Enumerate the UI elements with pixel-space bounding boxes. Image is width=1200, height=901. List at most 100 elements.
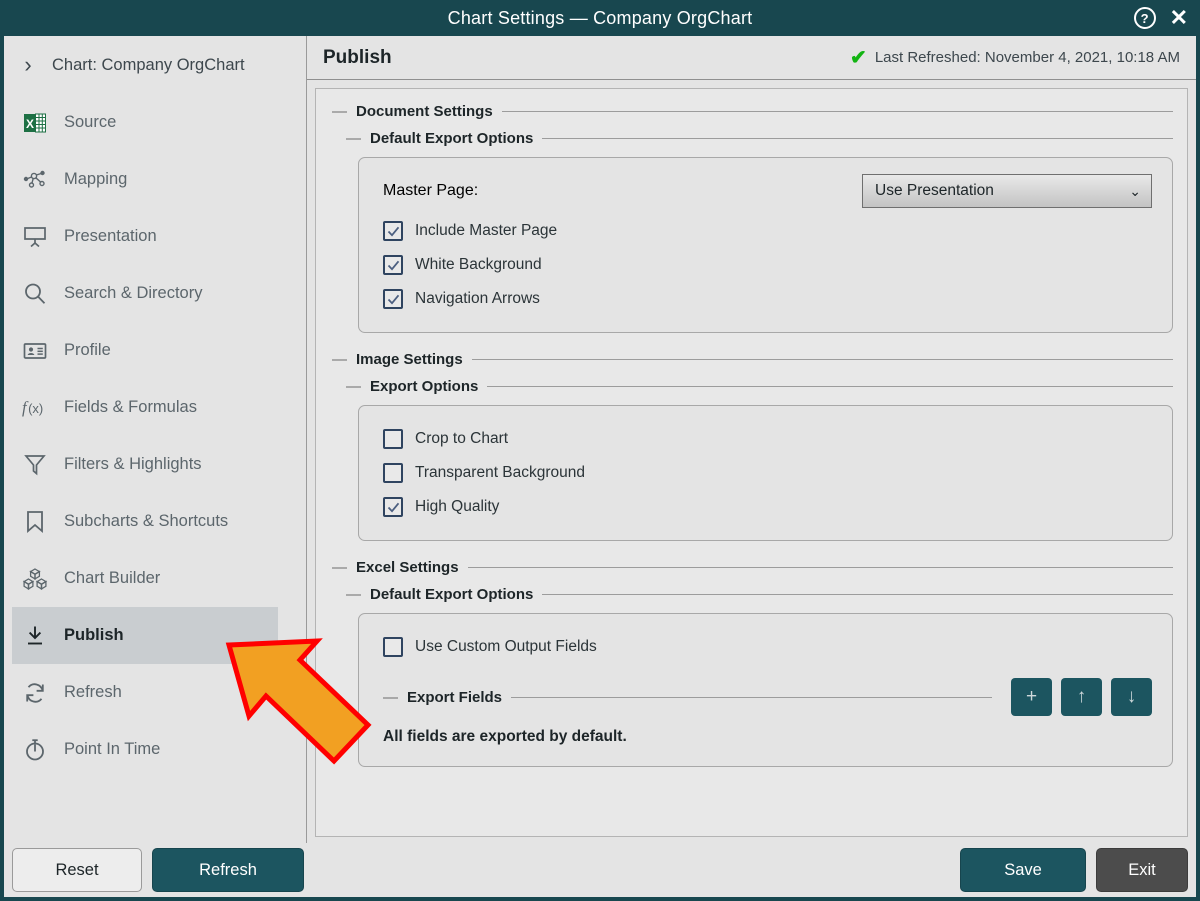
collapse-dash-icon[interactable]: —	[346, 131, 361, 146]
checkbox-use-custom-output-fields[interactable]: Use Custom Output Fields	[383, 630, 1152, 664]
window-title: Chart Settings — Company OrgChart	[448, 8, 753, 29]
sidebar-item-chart-builder[interactable]: Chart Builder	[12, 550, 278, 607]
save-button[interactable]: Save	[960, 848, 1086, 892]
group-title: Default Export Options	[370, 586, 533, 603]
check-icon	[387, 293, 400, 306]
image-export-options-box: Crop to Chart Transparent Background	[358, 405, 1173, 541]
document-export-options-box: Master Page: Use Presentation ⌄	[358, 157, 1173, 333]
sidebar-item-mapping[interactable]: Mapping	[12, 151, 278, 208]
help-circle-icon[interactable]: ?	[1134, 7, 1156, 29]
group-header[interactable]: — Image Settings	[330, 351, 1173, 368]
sidebar-item-refresh[interactable]: Refresh	[12, 664, 278, 721]
settings-scroll-area[interactable]: — Document Settings — Default Export Opt…	[315, 88, 1188, 837]
export-fields-title: Export Fields	[407, 689, 502, 706]
check-icon	[387, 501, 400, 514]
collapse-dash-icon[interactable]: —	[332, 104, 347, 119]
filter-funnel-icon	[22, 452, 48, 478]
collapse-dash-icon[interactable]: —	[346, 587, 361, 602]
sidebar-item-presentation[interactable]: Presentation	[12, 208, 278, 265]
sidebar-item-profile[interactable]: Profile	[12, 322, 278, 379]
sidebar-item-publish[interactable]: Publish	[12, 607, 278, 664]
last-refreshed-status: ✔ Last Refreshed: November 4, 2021, 10:1…	[850, 48, 1180, 68]
master-page-select[interactable]: Use Presentation ⌄	[862, 174, 1152, 208]
bottom-bar-left: Reset Refresh	[12, 848, 304, 892]
checkbox-box[interactable]	[383, 255, 403, 275]
bottom-bar-right: Save Exit	[960, 848, 1188, 892]
search-icon	[22, 281, 48, 307]
checkbox-label: Include Master Page	[415, 222, 557, 240]
checkbox-high-quality[interactable]: High Quality	[383, 490, 1152, 524]
checkbox-navigation-arrows[interactable]: Navigation Arrows	[383, 282, 1152, 316]
breadcrumb-label: Chart: Company OrgChart	[52, 56, 245, 75]
group-header[interactable]: — Excel Settings	[330, 559, 1173, 576]
group-default-export-options-excel: — Default Export Options Use Custom Outp…	[344, 586, 1173, 767]
exit-button[interactable]: Exit	[1096, 848, 1188, 892]
sidebar-item-label: Mapping	[64, 170, 127, 189]
presentation-screen-icon	[22, 224, 48, 250]
excel-export-options-box: Use Custom Output Fields — Export Fields…	[358, 613, 1173, 767]
mapping-nodes-icon	[22, 167, 48, 193]
divider	[472, 359, 1173, 360]
checkbox-label: Crop to Chart	[415, 430, 508, 448]
divider	[487, 386, 1173, 387]
checkbox-label: High Quality	[415, 498, 499, 516]
check-icon	[387, 225, 400, 238]
bookmark-icon	[22, 509, 48, 535]
publish-download-icon	[22, 623, 48, 649]
sidebar-item-filters-highlights[interactable]: Filters & Highlights	[12, 436, 278, 493]
group-default-export-options-document: — Default Export Options Master Page: Us…	[344, 130, 1173, 333]
sidebar-item-label: Chart Builder	[64, 569, 160, 588]
stopwatch-icon	[22, 737, 48, 763]
last-refreshed-text: Last Refreshed: November 4, 2021, 10:18 …	[875, 49, 1180, 66]
chevron-down-icon: ⌄	[1129, 183, 1141, 200]
checkbox-box[interactable]	[383, 497, 403, 517]
sidebar-item-point-in-time[interactable]: Point In Time	[12, 721, 278, 778]
master-page-label: Master Page:	[383, 182, 478, 200]
sidebar-item-subcharts-shortcuts[interactable]: Subcharts & Shortcuts	[12, 493, 278, 550]
collapse-dash-icon[interactable]: —	[383, 689, 398, 706]
sidebar-item-label: Subcharts & Shortcuts	[64, 512, 228, 531]
checkbox-transparent-background[interactable]: Transparent Background	[383, 456, 1152, 490]
group-header[interactable]: — Default Export Options	[344, 586, 1173, 603]
sidebar-item-label: Publish	[64, 626, 124, 645]
move-field-down-button[interactable]: ↓	[1111, 678, 1152, 716]
collapse-dash-icon[interactable]: —	[346, 379, 361, 394]
reset-button[interactable]: Reset	[12, 848, 142, 892]
group-header[interactable]: — Default Export Options	[344, 130, 1173, 147]
checkbox-label: Transparent Background	[415, 464, 585, 482]
sidebar-item-fields-formulas[interactable]: f (x) Fields & Formulas	[12, 379, 278, 436]
sidebar-item-label: Source	[64, 113, 116, 132]
checkbox-include-master-page[interactable]: Include Master Page	[383, 214, 1152, 248]
checkbox-box[interactable]	[383, 221, 403, 241]
excel-icon: X	[22, 110, 48, 136]
collapse-dash-icon[interactable]: —	[332, 560, 347, 575]
checkbox-white-background[interactable]: White Background	[383, 248, 1152, 282]
group-excel-settings: — Excel Settings — Default Export Option…	[330, 559, 1173, 767]
sidebar-item-search-directory[interactable]: Search & Directory	[12, 265, 278, 322]
checkbox-box[interactable]	[383, 289, 403, 309]
blocks-icon	[22, 566, 48, 592]
collapse-dash-icon[interactable]: —	[332, 352, 347, 367]
checkbox-box[interactable]	[383, 637, 403, 657]
settings-sidebar: › Chart: Company OrgChart X	[4, 36, 307, 843]
sidebar-item-source[interactable]: X Source	[12, 94, 278, 151]
move-field-up-button[interactable]: ↑	[1061, 678, 1102, 716]
group-header[interactable]: — Export Options	[344, 378, 1173, 395]
divider	[542, 138, 1173, 139]
check-icon	[387, 259, 400, 272]
sidebar-item-label: Search & Directory	[64, 284, 202, 303]
group-header[interactable]: — Document Settings	[330, 103, 1173, 120]
checkbox-box[interactable]	[383, 463, 403, 483]
add-field-button[interactable]: +	[1011, 678, 1052, 716]
checkbox-crop-to-chart[interactable]: Crop to Chart	[383, 422, 1152, 456]
divider	[511, 697, 992, 698]
close-icon[interactable]: ✕	[1170, 7, 1188, 29]
svg-text:X: X	[26, 117, 34, 131]
group-document-settings: — Document Settings — Default Export Opt…	[330, 103, 1173, 333]
group-image-settings: — Image Settings — Export Options	[330, 351, 1173, 541]
sidebar-item-label: Refresh	[64, 683, 122, 702]
refresh-button[interactable]: Refresh	[152, 848, 304, 892]
divider	[542, 594, 1173, 595]
checkbox-box[interactable]	[383, 429, 403, 449]
breadcrumb[interactable]: › Chart: Company OrgChart	[4, 36, 306, 94]
